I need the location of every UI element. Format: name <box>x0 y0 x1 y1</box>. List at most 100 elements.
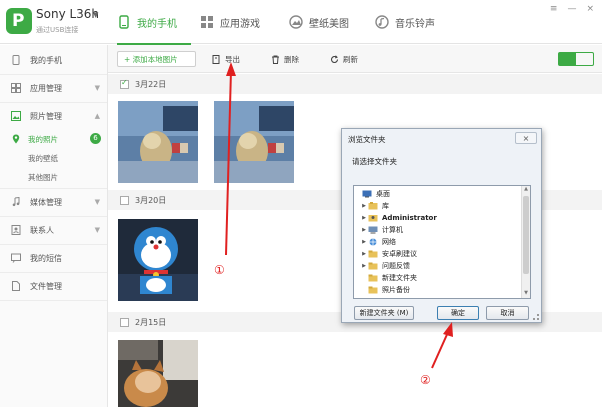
sidebar-item-contacts[interactable]: 联系人 ▼ <box>0 217 108 243</box>
folder-icon <box>368 274 378 282</box>
apps-grid-icon <box>11 83 21 93</box>
sidebar-item-photo-management[interactable]: 照片管理 ▲ <box>0 103 108 129</box>
scroll-thumb[interactable] <box>523 196 529 274</box>
chevron-down-icon: ▼ <box>94 198 100 206</box>
sidebar-item-label: 应用管理 <box>30 83 62 93</box>
close-icon[interactable]: × <box>586 4 594 14</box>
computer-icon <box>368 226 378 234</box>
device-dropdown-icon[interactable]: ▼ <box>93 11 98 19</box>
dialog-close-button[interactable]: × <box>515 132 537 144</box>
expand-arrow-icon[interactable]: ▶ <box>360 251 368 257</box>
new-folder-button[interactable]: 新建文件夹 (M) <box>354 306 414 320</box>
tree-item-label: Administrator <box>382 214 437 222</box>
scroll-up-icon[interactable]: ▲ <box>523 186 529 194</box>
annotation-label-1: ① <box>214 263 225 277</box>
sidebar-item-my-wallpapers[interactable]: 我的壁纸 <box>0 149 108 167</box>
tree-item-library[interactable]: ▶ 库 <box>354 200 519 212</box>
device-name[interactable]: Sony L36h <box>36 7 99 21</box>
expand-arrow-icon[interactable]: ▶ <box>360 239 368 245</box>
export-icon <box>212 54 220 64</box>
folder-icon <box>368 262 378 270</box>
tree-item-folder[interactable]: ▶ 问题反馈 <box>354 260 519 272</box>
photo-thumbnail[interactable] <box>118 340 198 407</box>
tab-music-ringtones[interactable]: 音乐铃声 <box>375 0 435 44</box>
sidebar-item-file-management[interactable]: 文件管理 <box>0 273 108 299</box>
folder-icon <box>368 286 378 294</box>
dialog-prompt: 请选择文件夹 <box>352 157 397 166</box>
date-group-header[interactable]: 3月22日 <box>108 74 602 94</box>
resize-grip-icon[interactable] <box>533 314 539 320</box>
tree-item-label: 桌面 <box>376 190 390 198</box>
minimize-icon[interactable]: — <box>567 4 576 14</box>
refresh-button[interactable]: 刷新 <box>330 51 358 67</box>
photo-count-badge: 6 <box>90 133 101 144</box>
sidebar-item-label: 我的短信 <box>30 253 62 263</box>
divider <box>0 300 107 301</box>
group-checkbox[interactable] <box>120 195 129 205</box>
export-button[interactable]: 导出 <box>212 51 240 67</box>
tree-item-label: 照片备份 <box>382 286 410 294</box>
wallpaper-icon <box>289 15 303 29</box>
sidebar-item-my-photos[interactable]: 我的照片 6 <box>0 130 108 148</box>
cancel-button[interactable]: 取消 <box>486 306 529 320</box>
tab-wallpapers[interactable]: 壁纸美图 <box>289 0 349 44</box>
expand-arrow-icon[interactable]: ▶ <box>360 227 368 233</box>
app-logo: P <box>6 8 32 34</box>
photo-thumbnail[interactable] <box>214 101 294 183</box>
sidebar-item-sms[interactable]: 我的短信 <box>0 245 108 271</box>
delete-button[interactable]: 删除 <box>271 51 299 67</box>
window-controls: ≡ — × <box>550 4 594 14</box>
sidebar-item-label: 照片管理 <box>30 111 62 121</box>
tree-item-label: 计算机 <box>382 226 403 234</box>
add-local-image-button[interactable]: + 添加本地图片 <box>117 51 196 67</box>
expand-arrow-icon[interactable]: ▶ <box>360 203 368 209</box>
group-date: 2月15日 <box>135 317 167 327</box>
tree-item-label: 问题反馈 <box>382 262 410 270</box>
folder-tree[interactable]: 桌面 ▶ 库 ▶ Administrator ▶ 计算机 ▶ 网络 ▶ 安卓刷建… <box>353 185 531 299</box>
file-icon <box>12 281 20 291</box>
browse-folder-dialog: 浏览文件夹 × 请选择文件夹 桌面 ▶ 库 ▶ Administrator ▶ … <box>341 128 542 323</box>
group-checkbox[interactable] <box>120 78 129 89</box>
sidebar-item-media-management[interactable]: 媒体管理 ▼ <box>0 189 108 215</box>
ok-button[interactable]: 确定 <box>437 306 479 320</box>
sidebar-item-app-management[interactable]: 应用管理 ▼ <box>0 75 108 101</box>
tab-my-phone[interactable]: 我的手机 <box>117 0 191 45</box>
sidebar-item-label: 媒体管理 <box>30 197 62 207</box>
expand-arrow-icon[interactable]: ▶ <box>360 215 368 221</box>
sidebar-item-other-pictures[interactable]: 其他图片 <box>0 168 108 186</box>
refresh-label: 刷新 <box>343 54 358 64</box>
grid-view-icon[interactable] <box>559 53 576 65</box>
photo-thumbnail[interactable] <box>118 101 198 183</box>
photo-image <box>118 101 198 183</box>
view-toggle[interactable] <box>558 52 594 66</box>
group-checkbox[interactable] <box>120 317 129 327</box>
menu-icon[interactable]: ≡ <box>550 4 558 14</box>
folder-icon <box>368 250 378 258</box>
tree-scrollbar[interactable]: ▲ ▼ <box>521 186 530 298</box>
tree-item-folder[interactable]: 照片备份 <box>354 284 519 296</box>
tree-item-folder[interactable]: ▶ 安卓刷建议 <box>354 248 519 260</box>
tree-item-network[interactable]: ▶ 网络 <box>354 236 519 248</box>
network-icon <box>369 238 377 246</box>
list-view-icon[interactable] <box>576 53 593 65</box>
chevron-down-icon: ▼ <box>94 226 100 234</box>
tree-item-desktop[interactable]: 桌面 <box>354 188 519 200</box>
sidebar-item-label: 其他图片 <box>28 172 58 182</box>
sidebar-item-my-phone[interactable]: 我的手机 <box>0 47 108 73</box>
logo-letter: P <box>12 11 25 31</box>
photo-thumbnail[interactable] <box>118 219 198 301</box>
photo-image <box>214 101 294 183</box>
tree-item-administrator[interactable]: ▶ Administrator <box>354 212 519 224</box>
tree-item-label: 网络 <box>382 238 396 246</box>
apps-grid-icon <box>201 16 213 28</box>
scroll-down-icon[interactable]: ▼ <box>523 290 529 298</box>
tab-apps-games[interactable]: 应用游戏 <box>200 0 260 44</box>
expand-arrow-icon[interactable]: ▶ <box>360 263 368 269</box>
tree-item-label: 新建文件夹 <box>382 274 417 282</box>
sidebar-item-label: 文件管理 <box>30 281 62 291</box>
top-bar: P Sony L36h ▼ 通过USB连接 我的手机 应用游戏 壁纸美图 音乐铃… <box>0 0 602 45</box>
tree-item-folder[interactable]: 新建文件夹 <box>354 272 519 284</box>
tree-item-computer[interactable]: ▶ 计算机 <box>354 224 519 236</box>
tab-label: 应用游戏 <box>220 18 260 30</box>
phone-icon <box>119 15 129 29</box>
